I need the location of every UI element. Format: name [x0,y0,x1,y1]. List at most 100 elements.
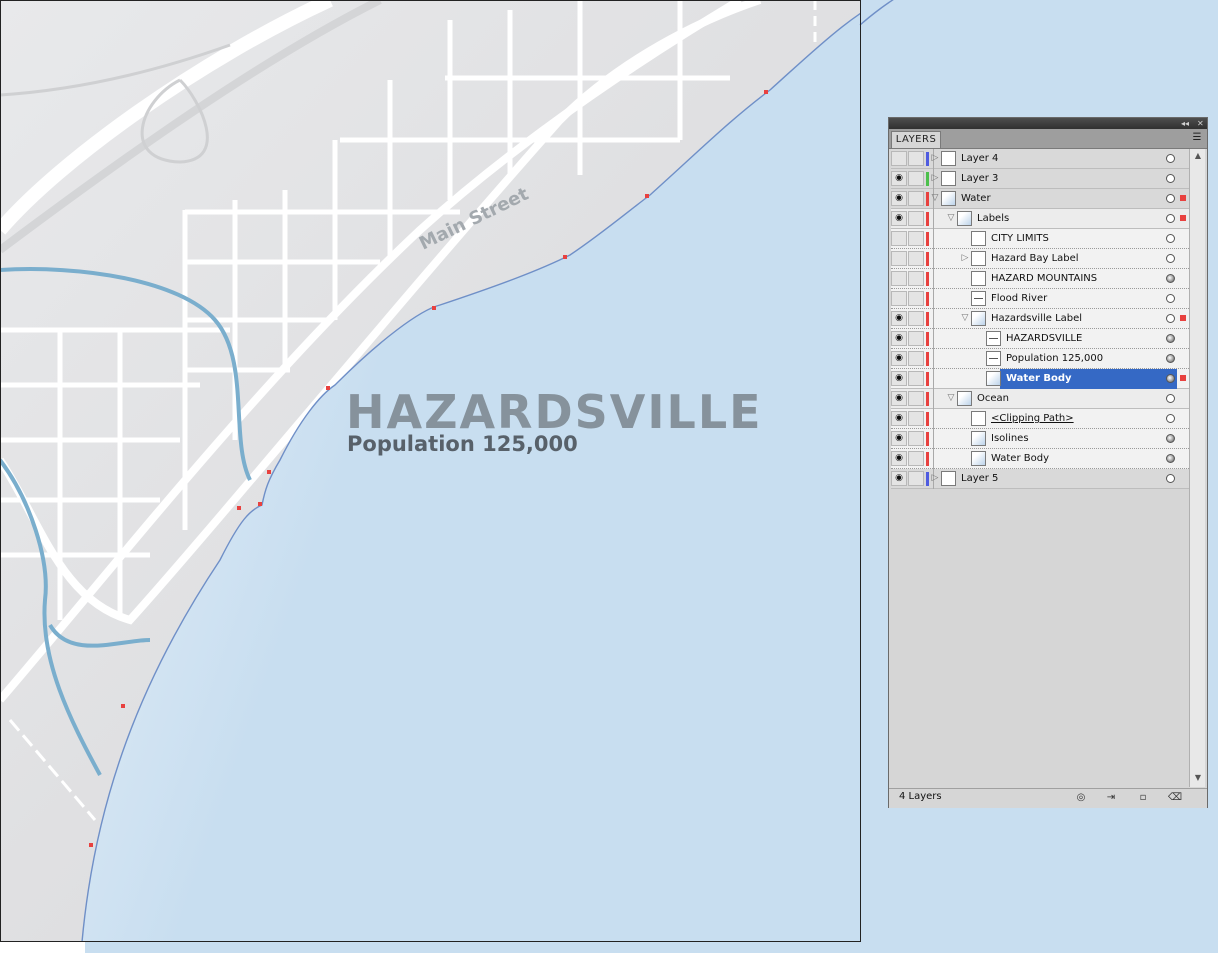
layer-row[interactable]: ◉ <Clipping Path> [891,409,1189,429]
layer-name[interactable]: CITY LIMITS [991,229,1049,248]
tab-layers[interactable]: LAYERS [891,131,941,148]
lock-toggle[interactable] [908,371,924,386]
layer-name[interactable]: <Clipping Path> [991,409,1074,428]
collapse-icon[interactable]: ◂◂ [1181,118,1189,129]
layer-name[interactable]: Layer 4 [961,149,998,168]
city-name-label[interactable]: HAZARDSVILLE [346,385,763,439]
lock-toggle[interactable] [908,351,924,366]
visibility-toggle[interactable]: ◉ [891,411,907,426]
vertical-scrollbar[interactable]: ▲ ▼ [1189,149,1205,787]
selected-art-indicator[interactable] [1180,215,1186,221]
layer-row[interactable]: ◉ ▽ Water [891,189,1189,209]
layer-row[interactable]: CITY LIMITS [891,229,1189,249]
visibility-toggle[interactable] [891,271,907,286]
panel-titlebar[interactable]: ◂◂ ✕ [889,118,1207,129]
visibility-toggle[interactable]: ◉ [891,391,907,406]
target-circle-icon[interactable] [1166,434,1175,443]
layer-row[interactable]: ◉ ▷ Layer 3 [891,169,1189,189]
target-circle-icon[interactable] [1166,474,1175,483]
layer-name[interactable]: Water Body [991,449,1049,468]
lock-toggle[interactable] [908,391,924,406]
lock-toggle[interactable] [908,331,924,346]
visibility-toggle[interactable] [891,231,907,246]
layers-panel[interactable]: ◂◂ ✕ LAYERS ☰ ▷ Layer 4 ◉ ▷ Layer 3 ◉ ▽ Water ◉ ▽… [888,117,1208,808]
layer-name[interactable]: Population 125,000 [1006,349,1103,368]
target-circle-icon[interactable] [1166,374,1175,383]
lock-toggle[interactable] [908,231,924,246]
layer-row[interactable]: Flood River [891,289,1189,309]
population-label[interactable]: Population 125,000 [347,432,578,456]
layer-row[interactable]: ◉ ▽ Hazardsville Label [891,309,1189,329]
visibility-toggle[interactable]: ◉ [891,351,907,366]
visibility-toggle[interactable]: ◉ [891,431,907,446]
layer-row[interactable]: ◉ ▷ Layer 5 [891,469,1189,489]
target-circle-icon[interactable] [1166,174,1175,183]
lock-toggle[interactable] [908,151,924,166]
layer-row[interactable]: ◉ Water Body [891,369,1189,389]
scroll-up-icon[interactable]: ▲ [1193,151,1203,161]
layer-name[interactable]: Flood River [991,289,1047,308]
target-circle-icon[interactable] [1166,194,1175,203]
layer-row[interactable]: ◉ Population 125,000 [891,349,1189,369]
scroll-down-icon[interactable]: ▼ [1193,773,1203,783]
layer-row[interactable]: ◉ Isolines [891,429,1189,449]
layer-row[interactable]: ▷ Hazard Bay Label [891,249,1189,269]
visibility-toggle[interactable] [891,291,907,306]
layer-name[interactable]: Water Body [1006,369,1072,388]
target-circle-icon[interactable] [1166,394,1175,403]
lock-toggle[interactable] [908,171,924,186]
selected-art-indicator[interactable] [1180,315,1186,321]
panel-menu-icon[interactable]: ☰ [1190,132,1204,144]
create-sublayer-icon[interactable]: ⇥ [1103,791,1119,805]
visibility-toggle[interactable]: ◉ [891,171,907,186]
layer-name[interactable]: Layer 3 [961,169,998,188]
lock-toggle[interactable] [908,291,924,306]
lock-toggle[interactable] [908,251,924,266]
visibility-toggle[interactable]: ◉ [891,471,907,486]
create-new-layer-icon[interactable]: ▫ [1135,791,1151,805]
expand-triangle-icon[interactable]: ▽ [930,193,940,204]
layer-name[interactable]: HAZARDSVILLE [1006,329,1082,348]
target-circle-icon[interactable] [1166,454,1175,463]
lock-toggle[interactable] [908,191,924,206]
visibility-toggle[interactable]: ◉ [891,211,907,226]
target-circle-icon[interactable] [1166,294,1175,303]
lock-toggle[interactable] [908,411,924,426]
layer-row[interactable]: ◉ Water Body [891,449,1189,469]
expand-triangle-icon[interactable]: ▽ [946,213,956,224]
layer-row[interactable]: ◉ ▽ Labels [891,209,1189,229]
lock-toggle[interactable] [908,271,924,286]
visibility-toggle[interactable]: ◉ [891,331,907,346]
visibility-toggle[interactable] [891,251,907,266]
visibility-toggle[interactable]: ◉ [891,311,907,326]
collapse-triangle-icon[interactable]: ▷ [930,173,940,184]
lock-toggle[interactable] [908,451,924,466]
layer-name[interactable]: Isolines [991,429,1029,448]
lock-toggle[interactable] [908,431,924,446]
layer-name[interactable]: Layer 5 [961,469,998,488]
lock-toggle[interactable] [908,311,924,326]
layer-list[interactable]: ▷ Layer 4 ◉ ▷ Layer 3 ◉ ▽ Water ◉ ▽ Labels CITY LIM… [891,149,1189,489]
target-circle-icon[interactable] [1166,414,1175,423]
layer-name[interactable]: Ocean [977,389,1009,408]
target-circle-icon[interactable] [1166,234,1175,243]
visibility-toggle[interactable] [891,151,907,166]
expand-triangle-icon[interactable]: ▽ [960,313,970,324]
selected-art-indicator[interactable] [1180,195,1186,201]
close-icon[interactable]: ✕ [1197,118,1204,129]
selected-art-indicator[interactable] [1180,375,1186,381]
layer-row[interactable]: ▷ Layer 4 [891,149,1189,169]
collapse-triangle-icon[interactable]: ▷ [930,153,940,164]
target-circle-icon[interactable] [1166,254,1175,263]
target-circle-icon[interactable] [1166,274,1175,283]
visibility-toggle[interactable]: ◉ [891,451,907,466]
layer-name[interactable]: Hazardsville Label [991,309,1082,328]
target-circle-icon[interactable] [1166,314,1175,323]
expand-triangle-icon[interactable]: ▽ [946,393,956,404]
delete-icon[interactable]: ⌫ [1167,791,1183,805]
layer-name[interactable]: Labels [977,209,1009,228]
lock-toggle[interactable] [908,211,924,226]
make-clipping-mask-icon[interactable]: ◎ [1073,791,1089,805]
layer-row[interactable]: ◉ HAZARDSVILLE [891,329,1189,349]
layer-name[interactable]: HAZARD MOUNTAINS [991,269,1097,288]
